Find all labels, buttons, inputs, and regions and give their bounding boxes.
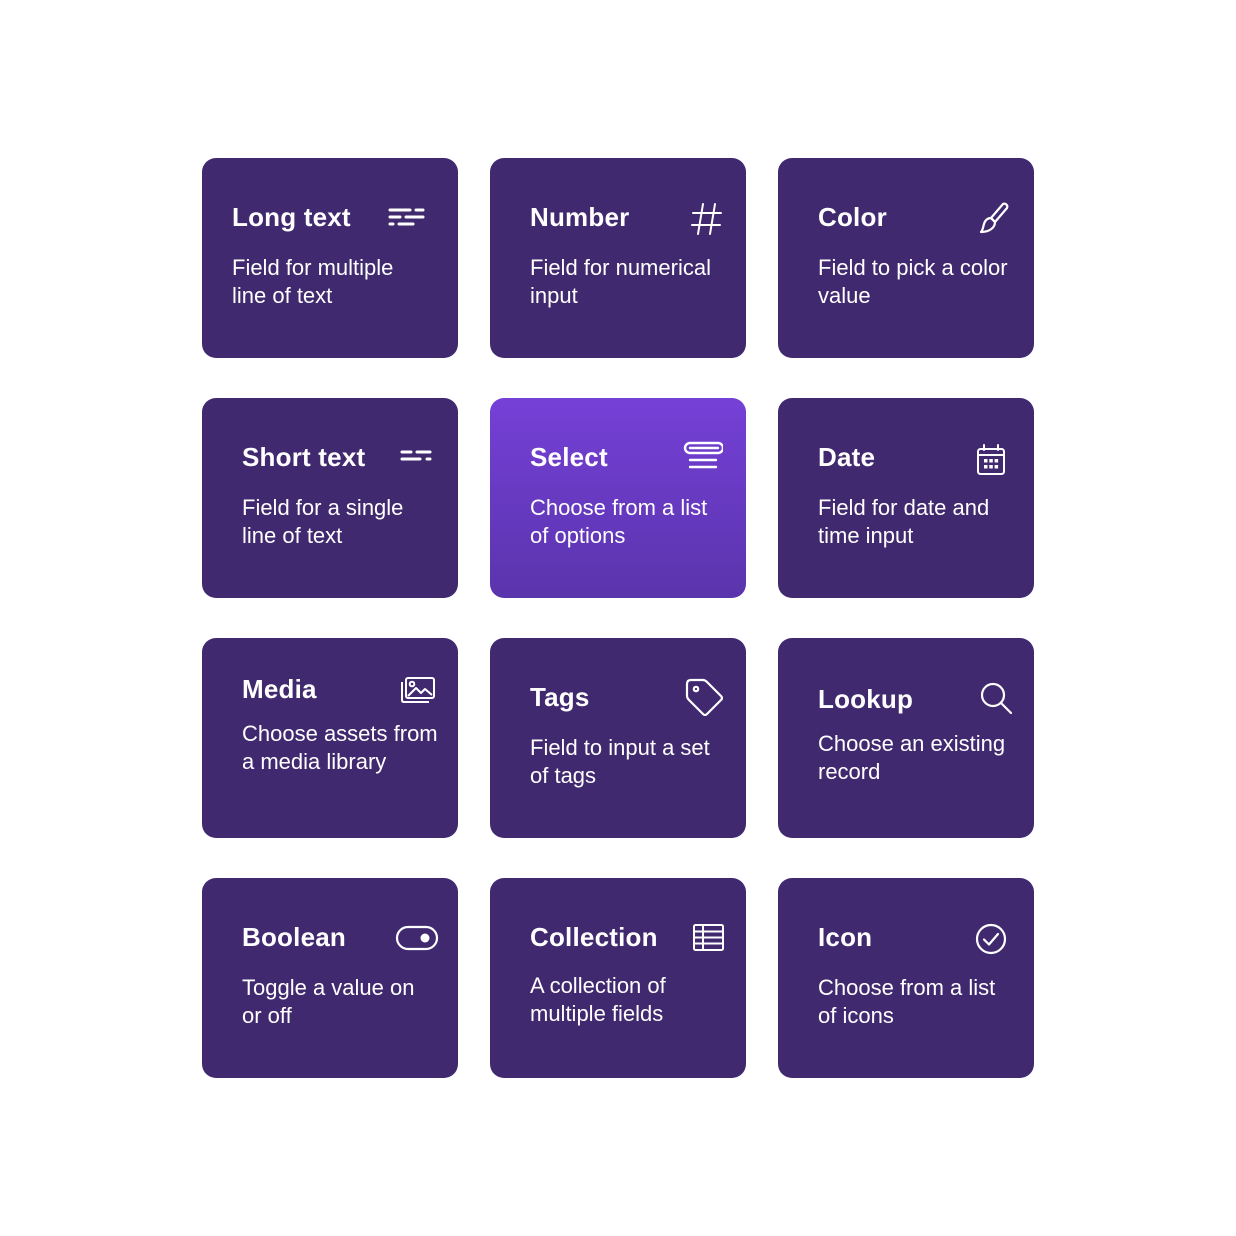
card-description: Field for date and time input: [818, 495, 990, 548]
calendar-icon: [971, 440, 1011, 480]
card-title: Boolean: [242, 922, 346, 952]
paintbrush-icon: [973, 198, 1013, 238]
card-title: Short text: [242, 442, 366, 472]
card-title: Icon: [818, 922, 873, 952]
field-type-card-long-text[interactable]: Long text Field for multiple line of tex…: [202, 158, 458, 358]
field-type-card-lookup[interactable]: Lookup Choose an existing record: [778, 638, 1034, 838]
card-title: Long text: [232, 202, 351, 232]
field-type-card-tags[interactable]: Tags Field to input a set of tags: [490, 638, 746, 838]
image-gallery-icon: [397, 670, 437, 710]
card-title: Select: [530, 442, 608, 472]
card-description: Choose from a list of icons: [818, 975, 996, 1028]
toggle-icon: [395, 918, 439, 958]
long-text-icon: [386, 198, 426, 238]
hash-icon: [687, 199, 727, 239]
field-type-card-short-text[interactable]: Short text Field for a single line of te…: [202, 398, 458, 598]
card-title: Color: [818, 202, 887, 232]
card-description: Field for a single line of text: [242, 495, 404, 548]
card-description: Field to pick a color value: [818, 255, 1008, 308]
tag-icon: [683, 676, 723, 716]
field-type-grid: Long text Field for multiple line of tex…: [202, 158, 1034, 1078]
field-type-card-number[interactable]: Number Field for numerical input: [490, 158, 746, 358]
card-description: Choose an existing record: [818, 731, 1006, 784]
select-list-icon: [683, 438, 723, 478]
check-circle-icon: [971, 919, 1011, 959]
card-title: Number: [530, 202, 630, 232]
card-title: Lookup: [818, 684, 914, 714]
field-type-card-date[interactable]: Date Field for date and time input: [778, 398, 1034, 598]
field-type-card-boolean[interactable]: Boolean Toggle a value on or off: [202, 878, 458, 1078]
field-type-card-icon[interactable]: Icon Choose from a list of icons: [778, 878, 1034, 1078]
card-description: Choose assets from a media library: [242, 721, 438, 774]
card-description: Field for numerical input: [530, 255, 711, 308]
card-title: Collection: [530, 922, 658, 952]
card-description: A collection of multiple fields: [530, 973, 666, 1026]
card-title: Tags: [530, 682, 590, 712]
card-description: Choose from a list of options: [530, 495, 708, 548]
field-type-card-media[interactable]: Media Choose assets from a media library: [202, 638, 458, 838]
card-title: Date: [818, 442, 876, 472]
short-text-icon: [396, 438, 436, 478]
search-icon: [977, 679, 1017, 719]
card-title: Media: [242, 674, 317, 704]
card-description: Toggle a value on or off: [242, 975, 415, 1028]
field-type-card-color[interactable]: Color Field to pick a color value: [778, 158, 1034, 358]
field-type-card-collection[interactable]: Collection A collection of multiple fiel…: [490, 878, 746, 1078]
card-description: Field for multiple line of text: [232, 255, 394, 308]
card-description: Field to input a set of tags: [530, 735, 710, 788]
field-type-card-select[interactable]: Select Choose from a list of options: [490, 398, 746, 598]
table-icon: [689, 918, 729, 958]
